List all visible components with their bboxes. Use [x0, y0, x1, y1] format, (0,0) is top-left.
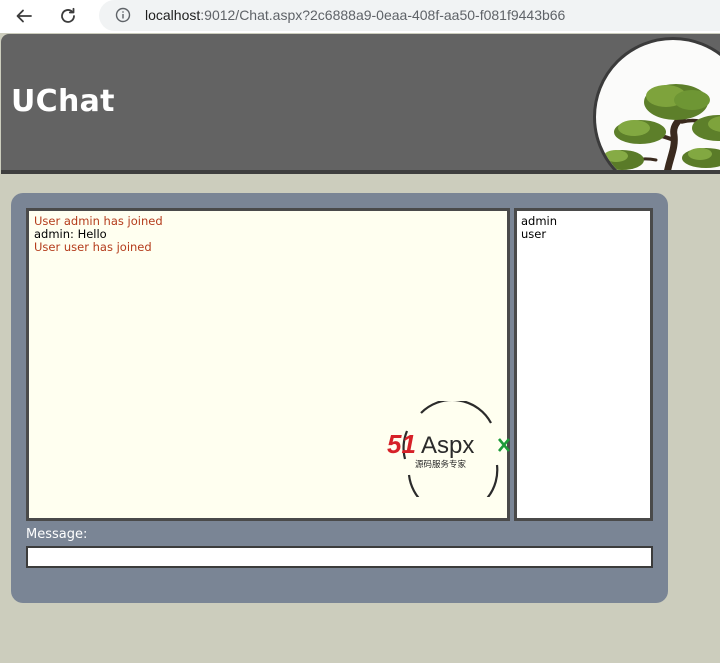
url-host: localhost — [145, 7, 201, 23]
watermark-brand-dark: Aspx — [421, 432, 474, 459]
url-path: :9012/Chat.aspx?2c6888a9-0eaa-408f-aa50-… — [200, 7, 566, 23]
back-button[interactable] — [11, 3, 37, 29]
app-header: UChat — [1, 34, 720, 174]
messages-area[interactable]: User admin has joined admin: Hello User … — [26, 208, 510, 521]
watermark-tagline: 源码服务专家 — [415, 459, 467, 470]
browser-toolbar: localhost:9012/Chat.aspx?2c6888a9-0eaa-4… — [0, 0, 720, 33]
message-item: User user has joined — [34, 240, 152, 254]
bonsai-tree-icon — [600, 84, 720, 170]
message-label: Message: — [26, 527, 88, 542]
user-item[interactable]: user — [521, 228, 557, 241]
watermark-brand-red: 51 — [387, 429, 416, 459]
chat-panel: User admin has joined admin: Hello User … — [11, 193, 668, 603]
bonsai-logo — [593, 37, 720, 170]
watermark-logo: 51 Aspx 源码服务专家 — [387, 401, 510, 497]
message-input[interactable] — [26, 546, 653, 568]
users-list: admin user — [521, 215, 557, 241]
back-arrow-icon — [16, 9, 32, 23]
url-text[interactable]: localhost:9012/Chat.aspx?2c6888a9-0eaa-4… — [145, 7, 565, 23]
reload-button[interactable] — [55, 3, 81, 29]
app-title: UChat — [11, 84, 115, 119]
messages-list: User admin has joined admin: Hello User … — [34, 215, 163, 254]
address-bar[interactable]: localhost:9012/Chat.aspx?2c6888a9-0eaa-4… — [99, 0, 720, 31]
reload-icon — [61, 7, 75, 23]
users-list-area[interactable]: admin user — [514, 208, 653, 521]
site-info-icon[interactable] — [115, 7, 131, 23]
